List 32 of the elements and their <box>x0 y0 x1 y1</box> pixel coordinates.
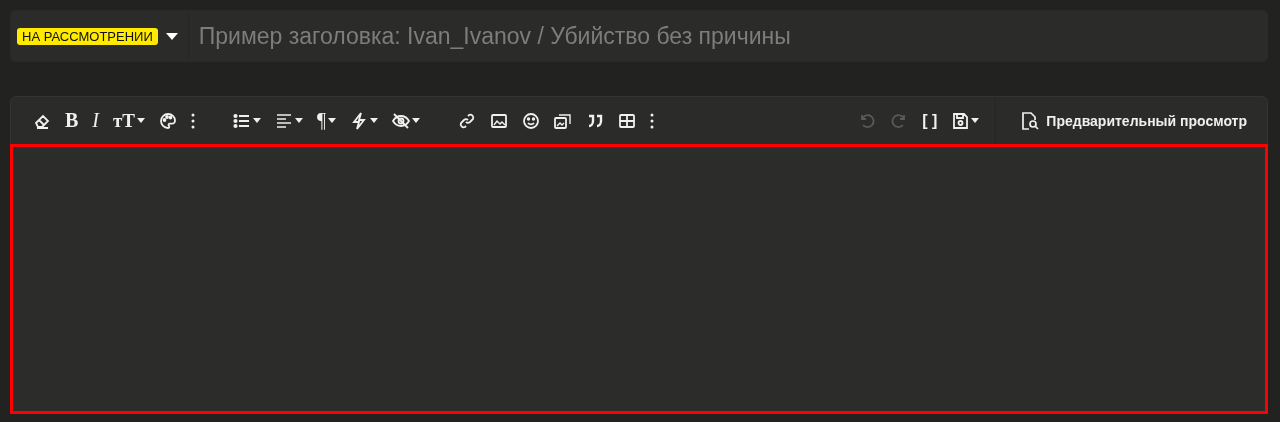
more-icon <box>191 112 196 129</box>
prefix-selector[interactable]: НА РАССМОТРЕНИИ <box>10 10 189 62</box>
italic-button[interactable]: I <box>88 105 103 136</box>
caret-icon <box>971 118 980 123</box>
bold-button[interactable]: B <box>61 105 83 136</box>
list-icon <box>233 111 252 130</box>
caret-icon <box>253 118 262 123</box>
image-icon <box>490 111 509 130</box>
link-icon <box>458 111 477 130</box>
palette-icon <box>159 111 178 130</box>
document-search-icon <box>1020 110 1041 131</box>
gallery-icon <box>554 111 573 130</box>
bolt-icon <box>350 111 369 130</box>
prefix-badge[interactable]: НА РАССМОТРЕНИИ <box>17 27 158 45</box>
paragraph-button[interactable]: ¶ <box>313 105 341 136</box>
align-icon <box>275 111 294 130</box>
caret-icon <box>412 118 421 123</box>
caret-icon <box>370 118 379 123</box>
editor-area[interactable] <box>10 144 1268 414</box>
caret-icon[interactable] <box>165 32 178 40</box>
text-size-button[interactable]: тT <box>109 105 150 136</box>
caret-icon <box>328 118 337 123</box>
smile-icon <box>522 111 541 130</box>
brackets-button[interactable]: [ ] <box>918 105 942 136</box>
more-icon <box>650 112 655 129</box>
undo-icon <box>858 111 877 130</box>
floppy-icon <box>951 111 970 130</box>
caret-icon <box>137 118 146 123</box>
table-icon <box>618 111 637 130</box>
caret-icon <box>295 118 304 123</box>
eye-slash-icon <box>392 111 411 130</box>
title-field[interactable]: Пример заголовка: Ivan_Ivanov / Убийство без причины <box>188 10 1268 62</box>
